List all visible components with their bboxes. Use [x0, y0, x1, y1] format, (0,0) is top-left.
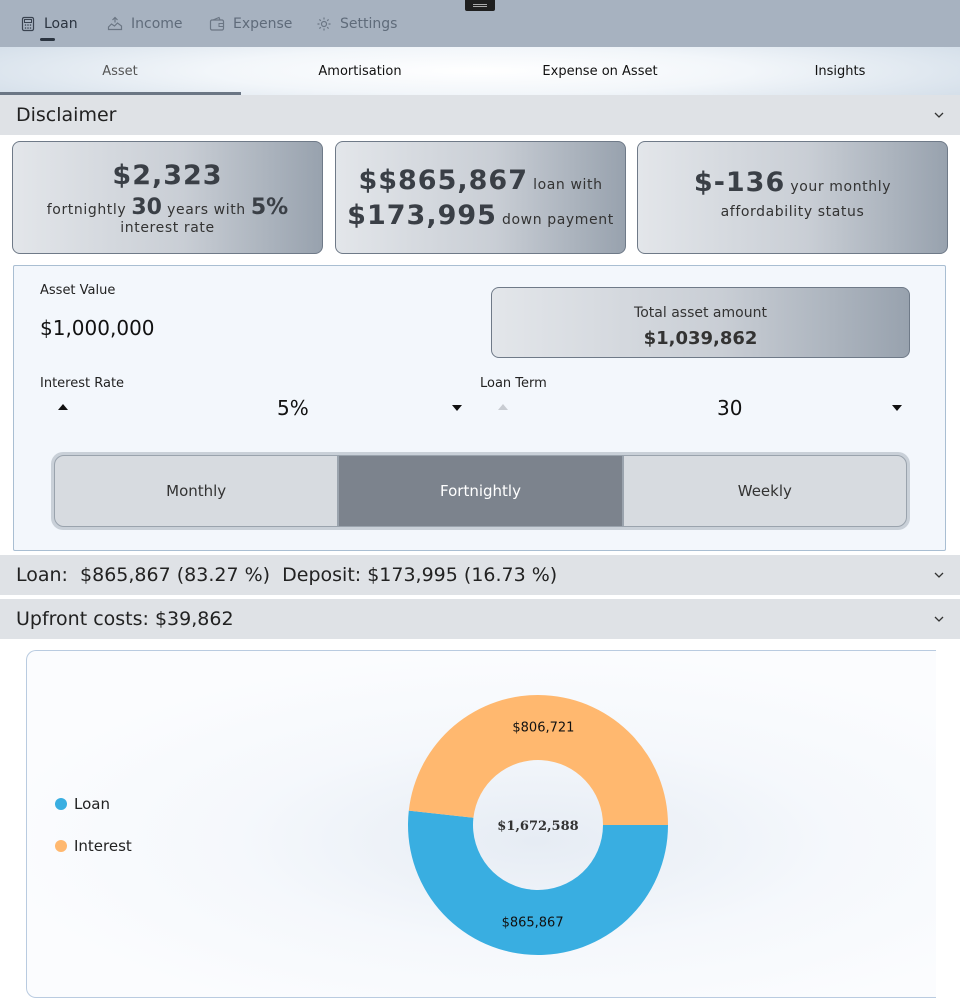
wallet-icon — [209, 16, 225, 31]
payment-amount: $2,323 — [112, 159, 223, 191]
affordability-card: $-136 your monthly affordability status — [637, 141, 948, 254]
frequency-weekly-button[interactable]: Weekly — [622, 455, 907, 527]
tab-asset[interactable]: Asset — [0, 47, 240, 95]
tab-expense-on-asset[interactable]: Expense on Asset — [480, 47, 720, 95]
nav-settings[interactable]: Settings — [316, 14, 397, 34]
total-asset-label: Total asset amount — [634, 305, 767, 321]
slice-label-loan: $865,867 — [502, 915, 564, 930]
total-asset-amount: Total asset amount $1,039,862 — [491, 287, 910, 358]
nav-loan[interactable]: Loan — [20, 14, 78, 34]
nav-active-indicator — [40, 38, 55, 41]
top-nav: Loan Income Expense Settings — [0, 0, 960, 47]
gear-icon — [317, 17, 331, 31]
nav-loan-label: Loan — [44, 16, 78, 32]
payment-summary-card: $2,323 fortnightly 30 years with 5% inte… — [12, 141, 323, 254]
disclaimer-header[interactable]: Disclaimer — [0, 95, 960, 135]
tab-insights[interactable]: Insights — [720, 47, 960, 95]
disclaimer-title: Disclaimer — [16, 104, 117, 126]
loan-term-input[interactable]: 30 — [717, 396, 742, 420]
chevron-down-icon — [934, 572, 944, 578]
slice-label-interest: $806,721 — [512, 721, 574, 736]
nav-income-label: Income — [131, 16, 183, 32]
slice-interest[interactable] — [408, 694, 669, 825]
payment-rate-text: interest rate — [120, 219, 215, 236]
donut-chart: $865,867 $806,721 $1,672,588 — [408, 694, 669, 955]
upfront-costs-title: Upfront costs: $39,862 — [16, 608, 234, 630]
nav-settings-label: Settings — [340, 16, 398, 32]
loan-deposit-title: Loan: $865,867 (83.27 %) Deposit: $173,9… — [16, 564, 558, 586]
upfront-costs-header[interactable]: Upfront costs: $39,862 — [0, 599, 960, 639]
interest-rate-label: Interest Rate — [40, 376, 125, 391]
nav-income[interactable]: Income — [107, 14, 183, 34]
chevron-down-icon — [934, 616, 944, 622]
loan-term-label: Loan Term — [480, 376, 547, 391]
asset-form-panel: Asset Value $1,000,000 Total asset amoun… — [13, 265, 946, 551]
loan-interest-chart: Loan Interest $865,867 $806,721 $1,672,588 — [26, 650, 936, 998]
sub-tabs: Asset Amortisation Expense on Asset Insi… — [0, 47, 960, 95]
frequency-monthly-button[interactable]: Monthly — [54, 455, 339, 527]
nav-expense[interactable]: Expense — [209, 14, 292, 34]
affordability-line: $-136 your monthly affordability status — [693, 167, 892, 220]
frequency-fortnightly-button[interactable]: Fortnightly — [338, 455, 623, 527]
asset-value-label: Asset Value — [40, 283, 116, 298]
loan-term-dropdown-icon[interactable] — [892, 405, 902, 411]
nav-expense-label: Expense — [233, 16, 293, 32]
income-icon — [107, 16, 123, 31]
down-payment-line: $173,995 down payment — [347, 199, 614, 231]
payment-terms: fortnightly 30 years with 5% — [46, 194, 289, 220]
window-grip-handle[interactable] — [465, 0, 495, 11]
total-asset-value: $1,039,862 — [643, 328, 758, 349]
loan-deposit-header[interactable]: Loan: $865,867 (83.27 %) Deposit: $173,9… — [0, 555, 960, 595]
donut-total-label: $1,672,588 — [497, 819, 578, 834]
interest-rate-dropdown-icon[interactable] — [452, 405, 462, 411]
tab-amortisation[interactable]: Amortisation — [240, 47, 480, 95]
asset-value-input[interactable]: $1,000,000 — [40, 316, 155, 340]
loan-summary-card: $$865,867 loan with $173,995 down paymen… — [335, 141, 626, 254]
calculator-icon — [21, 16, 35, 32]
loan-amount-line: $$865,867 loan with — [358, 164, 603, 196]
interest-rate-input[interactable]: 5% — [277, 396, 309, 420]
chevron-down-icon — [934, 112, 944, 118]
interest-rate-increment-icon[interactable] — [58, 404, 68, 410]
payment-frequency-toggle: Monthly Fortnightly Weekly — [51, 452, 910, 530]
loan-term-increment-icon[interactable] — [498, 404, 508, 410]
